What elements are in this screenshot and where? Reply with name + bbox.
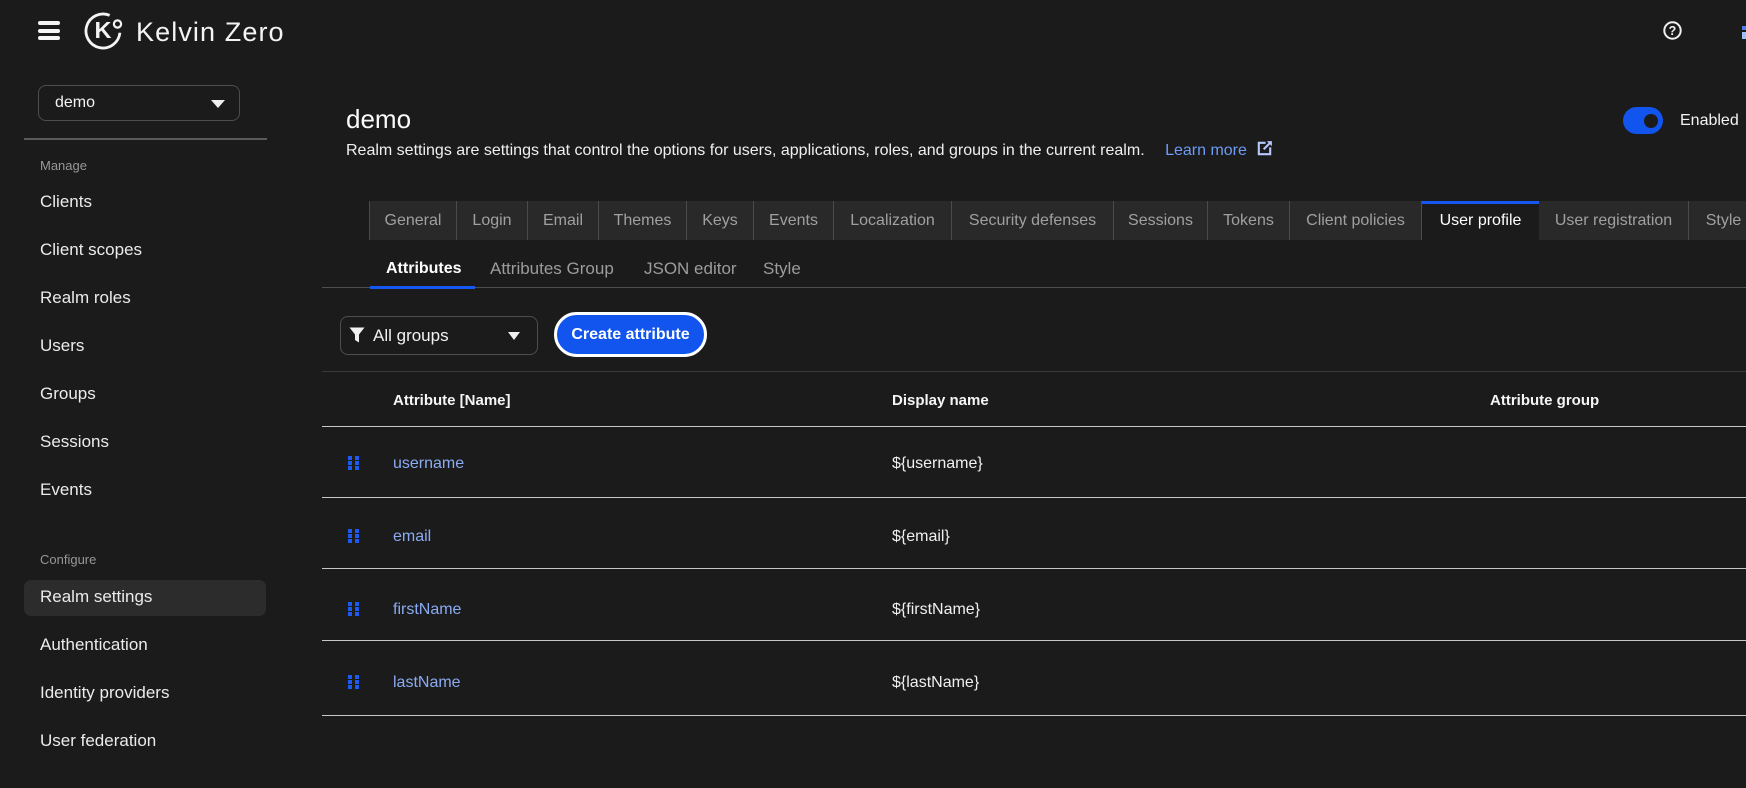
svg-text:K: K xyxy=(95,17,112,43)
svg-text:?: ? xyxy=(1669,24,1677,38)
